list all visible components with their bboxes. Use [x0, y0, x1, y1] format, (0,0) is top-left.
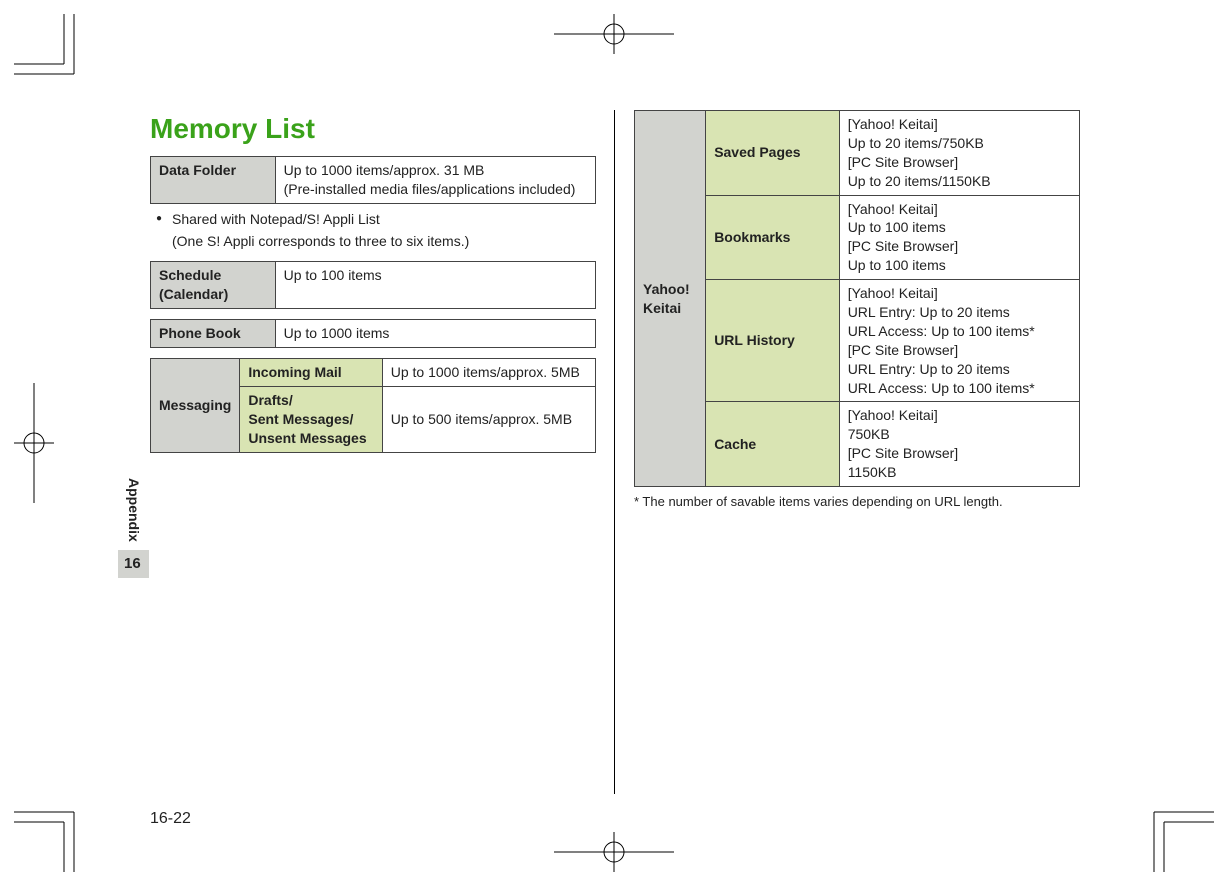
- phonebook-label: Phone Book: [151, 320, 276, 348]
- chapter-label: Appendix: [118, 474, 149, 550]
- table-row: Phone Book Up to 1000 items: [151, 320, 596, 348]
- url-history-label: URL History: [706, 280, 840, 402]
- cache-value: [Yahoo! Keitai] 750KB [PC Site Browser] …: [839, 402, 1079, 487]
- schedule-label: Schedule (Calendar): [151, 262, 276, 309]
- data-folder-table: Data Folder Up to 1000 items/approx. 31 …: [150, 156, 596, 204]
- drafts-value: Up to 500 items/approx. 5MB: [382, 386, 595, 452]
- schedule-value: Up to 100 items: [275, 262, 595, 309]
- drafts-label: Drafts/ Sent Messages/ Unsent Messages: [240, 386, 382, 452]
- footnote: * The number of savable items varies dep…: [634, 493, 1080, 511]
- saved-pages-value: [Yahoo! Keitai] Up to 20 items/750KB [PC…: [839, 111, 1079, 196]
- cache-label: Cache: [706, 402, 840, 487]
- data-folder-value-line2: (Pre-installed media files/applications …: [284, 181, 576, 197]
- crop-mark-top-left: [14, 14, 104, 104]
- incoming-mail-value: Up to 1000 items/approx. 5MB: [382, 359, 595, 387]
- saved-pages-label: Saved Pages: [706, 111, 840, 196]
- page-number: 16-22: [150, 808, 191, 830]
- shared-note: Shared with Notepad/S! Appli List: [150, 210, 596, 229]
- left-column: Memory List Data Folder Up to 1000 items…: [150, 110, 596, 794]
- shared-note-sub: (One S! Appli corresponds to three to si…: [150, 232, 596, 251]
- phonebook-table: Phone Book Up to 1000 items: [150, 319, 596, 348]
- bookmarks-value: [Yahoo! Keitai] Up to 100 items [PC Site…: [839, 195, 1079, 280]
- crop-mark-bottom-right: [1124, 782, 1214, 872]
- table-row: Messaging Incoming Mail Up to 1000 items…: [151, 359, 596, 387]
- chapter-number: 16: [118, 550, 149, 578]
- yahoo-group-label: Yahoo! Keitai: [635, 111, 706, 487]
- crop-mark-left-center: [14, 383, 54, 503]
- page-title: Memory List: [150, 110, 596, 148]
- chapter-tab: Appendix 16: [118, 474, 149, 578]
- right-column: Yahoo! Keitai Saved Pages [Yahoo! Keitai…: [634, 110, 1080, 794]
- phonebook-value: Up to 1000 items: [275, 320, 595, 348]
- crop-mark-top-center: [554, 14, 674, 54]
- crop-mark-bottom-left: [14, 782, 104, 872]
- crop-mark-bottom-center: [554, 832, 674, 872]
- schedule-table: Schedule (Calendar) Up to 100 items: [150, 261, 596, 309]
- table-row: Yahoo! Keitai Saved Pages [Yahoo! Keitai…: [635, 111, 1080, 196]
- messaging-group-label: Messaging: [151, 359, 240, 453]
- data-folder-value-line1: Up to 1000 items/approx. 31 MB: [284, 162, 485, 178]
- yahoo-table: Yahoo! Keitai Saved Pages [Yahoo! Keitai…: [634, 110, 1080, 487]
- url-history-value: [Yahoo! Keitai] URL Entry: Up to 20 item…: [839, 280, 1079, 402]
- messaging-table: Messaging Incoming Mail Up to 1000 items…: [150, 358, 596, 453]
- table-row: Data Folder Up to 1000 items/approx. 31 …: [151, 156, 596, 203]
- data-folder-label: Data Folder: [151, 156, 276, 203]
- data-folder-value: Up to 1000 items/approx. 31 MB (Pre-inst…: [275, 156, 595, 203]
- incoming-mail-label: Incoming Mail: [240, 359, 382, 387]
- bookmarks-label: Bookmarks: [706, 195, 840, 280]
- table-row: Schedule (Calendar) Up to 100 items: [151, 262, 596, 309]
